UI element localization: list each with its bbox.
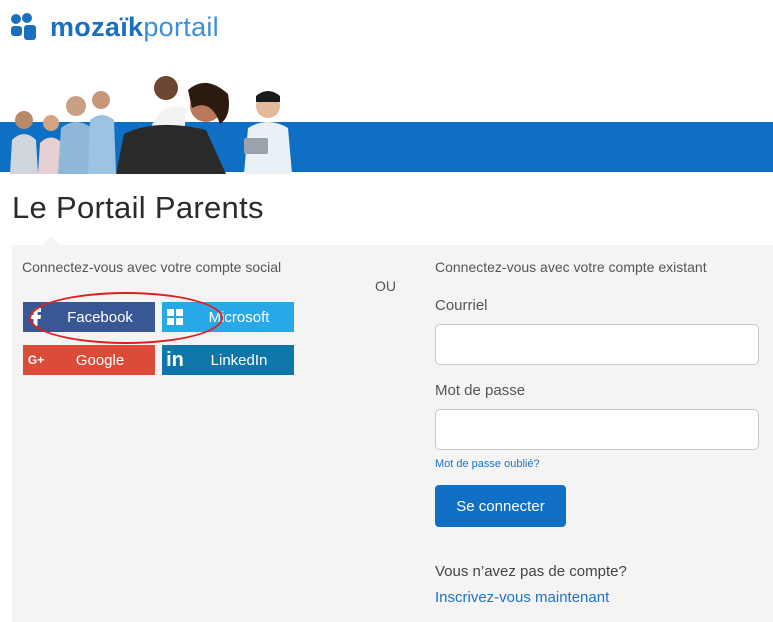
register-link[interactable]: Inscrivez-vous maintenant — [435, 589, 609, 606]
login-panel: Connectez-vous avec votre compte social … — [12, 237, 773, 622]
forgot-password-link[interactable]: Mot de passe oublié? — [435, 458, 540, 470]
existing-login-heading: Connectez-vous avec votre compte existan… — [435, 259, 707, 275]
facebook-button-label: Facebook — [67, 308, 133, 326]
password-label: Mot de passe — [435, 382, 526, 399]
family-photo — [10, 76, 292, 174]
microsoft-button-label: Microsoft — [208, 308, 270, 326]
logo[interactable]: mozaïkportail — [10, 12, 219, 42]
email-label: Courriel — [435, 297, 488, 314]
facebook-icon — [23, 302, 49, 332]
logo-text-bold: mozaïk — [50, 12, 144, 42]
email-field[interactable] — [435, 324, 759, 365]
linkedin-button-label: LinkedIn — [210, 351, 268, 369]
panel-pointer — [42, 237, 60, 245]
mozaik-logo-icon — [11, 13, 36, 40]
connect-button[interactable]: Se connecter — [435, 485, 566, 527]
page-title: Le Portail Parents — [12, 190, 264, 225]
google-plus-icon: G+ — [27, 353, 45, 367]
linkedin-login-button[interactable]: in LinkedIn — [162, 345, 294, 375]
microsoft-login-button[interactable]: Microsoft — [162, 302, 294, 332]
logo-text-light: portail — [143, 12, 219, 42]
password-field[interactable] — [435, 409, 759, 450]
google-button-label: Google — [75, 351, 125, 369]
no-account-text: Vous n’avez pas de compte? — [435, 563, 627, 580]
hero-banner — [0, 68, 773, 174]
social-login-heading: Connectez-vous avec votre compte social — [22, 259, 282, 275]
facebook-login-button[interactable]: Facebook — [23, 302, 155, 332]
or-separator: OU — [375, 278, 396, 294]
windows-icon — [162, 302, 188, 332]
linkedin-icon: in — [166, 348, 184, 371]
google-login-button[interactable]: G+ Google — [23, 345, 155, 375]
